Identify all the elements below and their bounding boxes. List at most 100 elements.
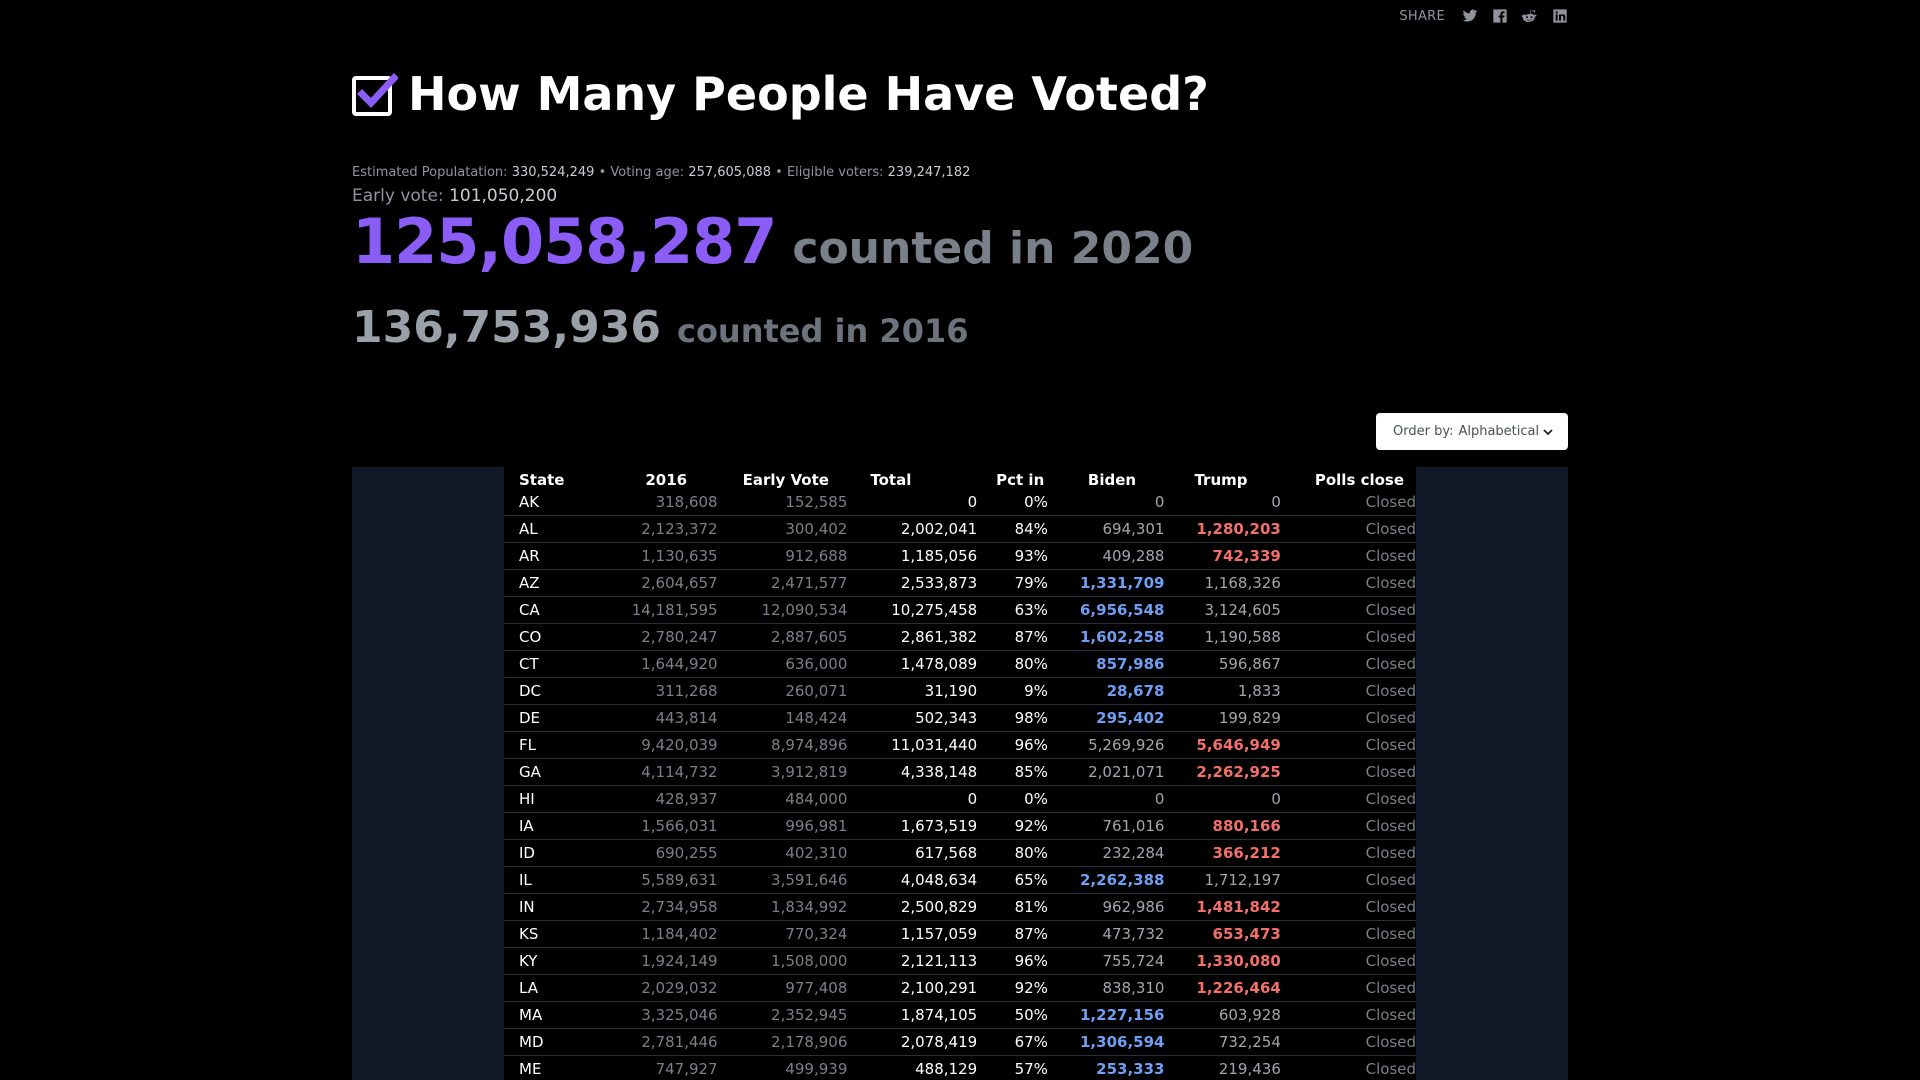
cell-biden: 0 — [1047, 785, 1165, 813]
cell-pct-in: 84% — [977, 515, 1048, 543]
cell-polls-close: Closed — [1280, 731, 1416, 759]
cell-trump: 2,262,925 — [1164, 758, 1281, 786]
cell-polls-close: Closed — [1280, 677, 1416, 705]
cell-state: DE — [504, 704, 617, 732]
cell-state: MA — [504, 1001, 617, 1029]
cell-polls-close: Closed — [1280, 1001, 1416, 1029]
linkedin-icon[interactable] — [1551, 7, 1569, 25]
cell-total: 2,500,829 — [847, 893, 978, 921]
cell-pct-in: 87% — [977, 623, 1048, 651]
cell-2016: 318,608 — [616, 489, 718, 516]
cell-state: IL — [504, 866, 617, 894]
header-early-vote[interactable]: Early Vote — [718, 467, 848, 489]
cell-early-vote: 912,688 — [717, 542, 848, 570]
order-by-select[interactable]: Order by: Alphabetical — [1376, 413, 1568, 450]
cell-polls-close: Closed — [1280, 947, 1416, 975]
cell-biden: 0 — [1047, 489, 1165, 516]
cell-trump: 596,867 — [1164, 650, 1281, 678]
cell-trump: 199,829 — [1164, 704, 1281, 732]
table-row: KY 1,924,149 1,508,000 2,121,113 96% 755,724 1… — [504, 947, 1416, 975]
cell-early-vote: 499,939 — [717, 1055, 848, 1080]
header-biden[interactable]: Biden — [1048, 467, 1165, 489]
cell-trump: 0 — [1164, 785, 1281, 813]
cell-biden: 694,301 — [1047, 515, 1165, 543]
table-row: KS 1,184,402 770,324 1,157,059 87% 473,732 653… — [504, 920, 1416, 948]
cell-biden: 5,269,926 — [1047, 731, 1165, 759]
cell-trump: 1,168,326 — [1164, 569, 1281, 597]
cell-2016: 5,589,631 — [616, 866, 718, 894]
header-2016[interactable]: 2016 — [616, 467, 717, 489]
cell-early-vote: 3,912,819 — [717, 758, 848, 786]
cell-pct-in: 92% — [977, 812, 1048, 840]
cell-2016: 2,029,032 — [616, 974, 718, 1002]
cell-total: 502,343 — [847, 704, 978, 732]
cell-total: 2,002,041 — [847, 515, 978, 543]
table-row: MD 2,781,446 2,178,906 2,078,419 67% 1,306,59… — [504, 1028, 1416, 1056]
cell-total: 4,048,634 — [847, 866, 978, 894]
table-row: FL 9,420,039 8,974,896 11,031,440 96% 5,269,9… — [504, 731, 1416, 759]
facebook-icon[interactable] — [1491, 7, 1509, 25]
order-by-label: Order by: — [1393, 424, 1454, 439]
cell-polls-close: Closed — [1280, 704, 1416, 732]
votes-table: State 2016 Early Vote Total Pct in Biden… — [504, 467, 1416, 1080]
cell-biden: 755,724 — [1047, 947, 1165, 975]
header-pct-in[interactable]: Pct in — [977, 467, 1048, 489]
count-2020-value: 125,058,287 — [352, 205, 777, 278]
cell-biden: 838,310 — [1047, 974, 1165, 1002]
cell-state: IN — [504, 893, 617, 921]
cell-2016: 2,734,958 — [616, 893, 718, 921]
cell-polls-close: Closed — [1280, 812, 1416, 840]
population-stats: Estimated Populatation: 330,524,249 • Vo… — [352, 165, 970, 180]
cell-2016: 1,644,920 — [616, 650, 718, 678]
cell-polls-close: Closed — [1280, 920, 1416, 948]
reddit-icon[interactable] — [1521, 7, 1539, 25]
table-row: HI 428,937 484,000 0 0% 0 0 Closed — [504, 785, 1416, 813]
cell-2016: 1,130,635 — [616, 542, 718, 570]
header-total[interactable]: Total — [847, 467, 977, 489]
header-state[interactable]: State — [504, 467, 616, 489]
cell-pct-in: 98% — [977, 704, 1048, 732]
count-2020-suffix: counted in 2020 — [792, 223, 1194, 274]
stats-separator: • — [598, 165, 607, 180]
cell-total: 1,157,059 — [847, 920, 978, 948]
cell-biden: 761,016 — [1047, 812, 1165, 840]
cell-polls-close: Closed — [1280, 974, 1416, 1002]
cell-biden: 253,333 — [1047, 1055, 1165, 1080]
cell-pct-in: 92% — [977, 974, 1048, 1002]
cell-trump: 366,212 — [1164, 839, 1281, 867]
cell-state: AR — [504, 542, 617, 570]
header-polls-close[interactable]: Polls close — [1281, 467, 1416, 489]
cell-polls-close: Closed — [1280, 489, 1416, 516]
cell-state: AL — [504, 515, 617, 543]
table-row: DC 311,268 260,071 31,190 9% 28,678 1,833 Close… — [504, 677, 1416, 705]
table-row: GA 4,114,732 3,912,819 4,338,148 85% 2,021,07… — [504, 758, 1416, 786]
cell-pct-in: 63% — [977, 596, 1048, 624]
voting-age-label: Voting age: — [610, 165, 685, 180]
cell-early-vote: 152,585 — [717, 489, 848, 516]
cell-2016: 2,604,657 — [616, 569, 718, 597]
cell-2016: 747,927 — [616, 1055, 718, 1080]
cell-2016: 311,268 — [616, 677, 718, 705]
table-row: IN 2,734,958 1,834,992 2,500,829 81% 962,986 1… — [504, 893, 1416, 921]
cell-2016: 1,924,149 — [616, 947, 718, 975]
early-vote-label: Early vote: — [352, 186, 444, 206]
header-trump[interactable]: Trump — [1164, 467, 1280, 489]
cell-total: 2,121,113 — [847, 947, 978, 975]
cell-early-vote: 770,324 — [717, 920, 848, 948]
cell-total: 2,533,873 — [847, 569, 978, 597]
cell-trump: 1,226,464 — [1164, 974, 1281, 1002]
cell-early-vote: 2,352,945 — [717, 1001, 848, 1029]
cell-2016: 2,780,247 — [616, 623, 718, 651]
cell-early-vote: 12,090,534 — [717, 596, 848, 624]
cell-state: HI — [504, 785, 617, 813]
twitter-icon[interactable] — [1461, 7, 1479, 25]
cell-2016: 9,420,039 — [616, 731, 718, 759]
voting-age-value: 257,605,088 — [688, 165, 772, 180]
cell-polls-close: Closed — [1280, 650, 1416, 678]
cell-biden: 1,227,156 — [1047, 1001, 1165, 1029]
cell-biden: 2,021,071 — [1047, 758, 1165, 786]
count-2016: 136,753,936 counted in 2016 — [352, 302, 968, 353]
early-vote: Early vote: 101,050,200 — [352, 186, 557, 206]
cell-total: 1,874,105 — [847, 1001, 978, 1029]
stats-separator: • — [775, 165, 783, 180]
